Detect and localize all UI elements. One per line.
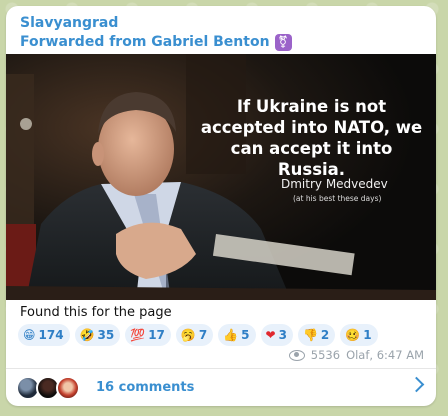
reaction-rofl[interactable]: 🤣 35 [74,324,121,346]
reaction-count: 35 [97,328,115,342]
reaction-count: 7 [198,328,208,342]
reaction-woozy[interactable]: 🥴 1 [340,324,378,346]
reaction-yawn[interactable]: 🥱 7 [175,324,214,346]
message-card[interactable]: Slavyangrad Forwarded from Gabriel Bento… [6,6,436,406]
forward-badge-icon: ⚧ [274,34,292,51]
comments-bar[interactable]: 16 comments [6,369,436,406]
heart-emoji-icon: ❤ [265,328,276,342]
thumbs-up-emoji-icon: 👍 [223,328,239,342]
message-header: Slavyangrad Forwarded from Gabriel Bento… [6,6,436,52]
reactions-bar: 😁 174 🤣 35 💯 17 🥱 7 👍 5 ❤ 3 👎 2 🥴 1 [18,324,378,346]
signature-time: Olaf, 6:47 AM [346,348,424,362]
comments-count-link[interactable]: 16 comments [96,380,194,395]
reaction-count: 5 [241,328,250,342]
reaction-thumbs-up[interactable]: 👍 5 [218,324,256,346]
view-count: 5536 [310,348,341,362]
image-author-note: (at his best these days) [293,194,382,203]
reaction-count: 1 [363,328,372,342]
thumbs-down-emoji-icon: 👎 [302,328,318,342]
reaction-count: 17 [148,328,165,342]
reaction-count: 2 [320,328,330,342]
post-image[interactable]: If Ukraine is not accepted into NATO, we… [6,54,436,300]
hundred-emoji-icon: 💯 [130,328,146,342]
image-quote: If Ukraine is not accepted into NATO, we… [200,97,423,179]
woozy-emoji-icon: 🥴 [345,328,361,342]
message-meta: 5536 Olaf, 6:47 AM [288,348,424,362]
chevron-right-icon[interactable] [408,376,425,393]
yawn-emoji-icon: 🥱 [180,328,196,342]
channel-name[interactable]: Slavyangrad [20,14,424,33]
commenter-avatars [16,375,82,400]
avatar [56,375,80,400]
reaction-grin[interactable]: 😁 174 [18,324,70,346]
reaction-heart[interactable]: ❤ 3 [260,324,293,346]
forwarded-from[interactable]: Forwarded from Gabriel Benton ⚧ [20,33,424,52]
reaction-count: 174 [38,328,64,342]
reaction-count: 3 [278,328,287,342]
reaction-hundred[interactable]: 💯 17 [125,324,171,346]
reaction-thumbs-down[interactable]: 👎 2 [297,324,336,346]
image-author: Dmitry Medvedev [281,177,388,191]
rofl-emoji-icon: 🤣 [79,328,95,342]
eye-icon [288,349,305,361]
forwarded-label: Forwarded from Gabriel Benton [20,34,270,50]
grin-emoji-icon: 😁 [23,328,36,342]
message-text: Found this for the page [20,305,172,320]
